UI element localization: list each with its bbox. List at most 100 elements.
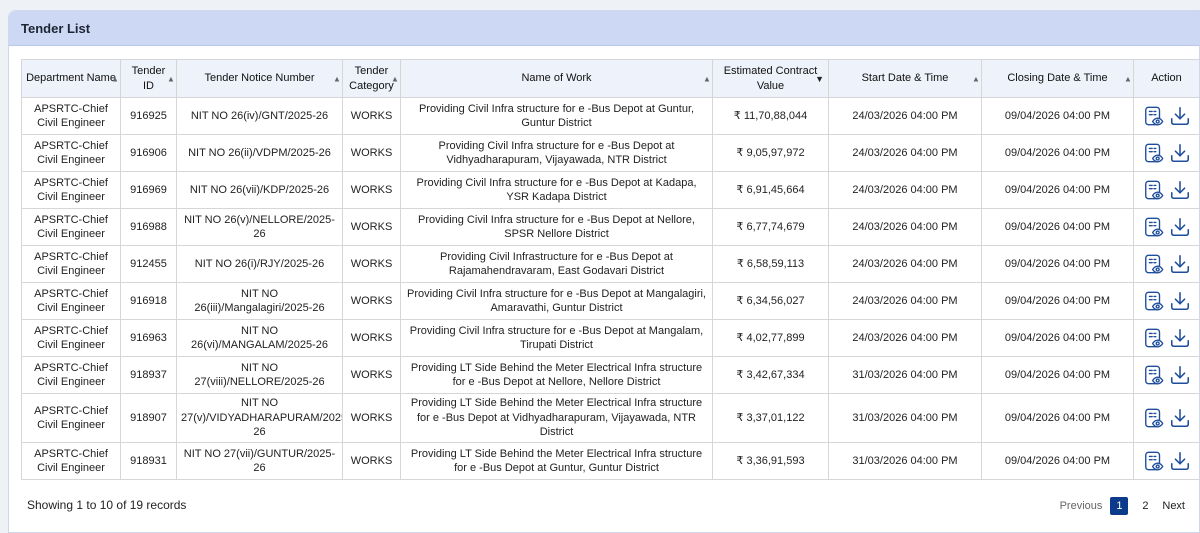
- download-icon[interactable]: [1169, 253, 1191, 275]
- column-header-7[interactable]: Closing Date & Time ▲▼: [981, 59, 1134, 98]
- sort-both-icon[interactable]: ▲▼: [972, 75, 981, 83]
- closing-date-cell: 09/04/2026 04:00 PM: [981, 97, 1134, 135]
- closing-date-cell: 09/04/2026 04:00 PM: [981, 282, 1134, 320]
- table-row: APSRTC-Chief Civil Engineer 916963 NIT NO …: [21, 319, 1199, 357]
- download-icon[interactable]: [1169, 142, 1191, 164]
- column-header-5[interactable]: Estimated Contract Value ▼: [712, 59, 829, 98]
- category-cell: WORKS: [342, 393, 401, 443]
- download-icon[interactable]: [1169, 216, 1191, 238]
- page-links: 12: [1110, 497, 1154, 515]
- column-header-label: Start Date & Time: [861, 72, 949, 85]
- closing-date-cell: 09/04/2026 04:00 PM: [981, 134, 1134, 172]
- view-document-icon[interactable]: [1143, 253, 1165, 275]
- next-page-link[interactable]: Next: [1162, 500, 1185, 512]
- column-header-label: Closing Date & Time: [1007, 72, 1108, 85]
- table-body: APSRTC-Chief Civil Engineer 916925 NIT NO …: [21, 97, 1199, 480]
- action-cell: [1133, 208, 1199, 246]
- table-header-row: Department Name▲▼Tender ID▲▼Tender Notic…: [21, 59, 1199, 98]
- view-document-icon[interactable]: [1143, 142, 1165, 164]
- download-icon[interactable]: [1169, 179, 1191, 201]
- category-cell: WORKS: [342, 134, 401, 172]
- sort-both-icon[interactable]: ▲▼: [167, 75, 176, 83]
- previous-page-link[interactable]: Previous: [1060, 500, 1103, 512]
- notice-number-cell: NIT NO 26(i)/RJY/2025-26: [176, 245, 343, 283]
- action-cell: [1133, 97, 1199, 135]
- column-header-label: Tender Category: [349, 65, 394, 92]
- sort-both-icon[interactable]: ▲▼: [703, 75, 712, 83]
- view-document-icon[interactable]: [1143, 450, 1165, 472]
- column-header-0[interactable]: Department Name▲▼: [21, 59, 121, 98]
- sort-desc-icon[interactable]: ▼: [815, 71, 824, 86]
- view-document-icon[interactable]: [1143, 327, 1165, 349]
- contract-value-cell: ₹ 4,02,77,899: [712, 319, 829, 357]
- table-row: APSRTC-Chief Civil Engineer 918907 NIT NO …: [21, 393, 1199, 443]
- start-date-cell: 24/03/2026 04:00 PM: [828, 97, 982, 135]
- department-cell: APSRTC-Chief Civil Engineer: [21, 356, 121, 394]
- column-header-4[interactable]: Name of Work ▲▼: [400, 59, 713, 98]
- category-cell: WORKS: [342, 245, 401, 283]
- department-cell: APSRTC-Chief Civil Engineer: [21, 319, 121, 357]
- start-date-cell: 24/03/2026 04:00 PM: [828, 319, 982, 357]
- tender-table: Department Name▲▼Tender ID▲▼Tender Notic…: [21, 59, 1199, 480]
- tender-id-cell: 916918: [120, 282, 177, 320]
- download-icon[interactable]: [1169, 407, 1191, 429]
- tender-id-cell: 916969: [120, 171, 177, 209]
- download-icon[interactable]: [1169, 105, 1191, 127]
- action-cell: [1133, 442, 1199, 480]
- view-document-icon[interactable]: [1143, 216, 1165, 238]
- closing-date-cell: 09/04/2026 04:00 PM: [981, 319, 1134, 357]
- name-of-work-cell: Providing Civil Infra structure for e -B…: [400, 208, 713, 246]
- view-document-icon[interactable]: [1143, 179, 1165, 201]
- column-header-2[interactable]: Tender Notice Number ▲▼: [176, 59, 343, 98]
- contract-value-cell: ₹ 6,34,56,027: [712, 282, 829, 320]
- tender-id-cell: 916925: [120, 97, 177, 135]
- category-cell: WORKS: [342, 97, 401, 135]
- page-link-1[interactable]: 1: [1110, 497, 1129, 515]
- download-icon[interactable]: [1169, 290, 1191, 312]
- notice-number-cell: NIT NO 26(ii)/VDPM/2025-26: [176, 134, 343, 172]
- column-header-3[interactable]: Tender Category▲▼: [342, 59, 401, 98]
- start-date-cell: 24/03/2026 04:00 PM: [828, 171, 982, 209]
- action-cell: [1133, 134, 1199, 172]
- tender-id-cell: 918931: [120, 442, 177, 480]
- sort-both-icon[interactable]: ▲▼: [333, 75, 342, 83]
- contract-value-cell: ₹ 6,58,59,113: [712, 245, 829, 283]
- action-cell: [1133, 245, 1199, 283]
- notice-number-cell: NIT NO 27(v)/VIDYADHARAPURAM/2025-26: [176, 393, 343, 443]
- column-header-1[interactable]: Tender ID▲▼: [120, 59, 177, 98]
- department-cell: APSRTC-Chief Civil Engineer: [21, 393, 121, 443]
- view-document-icon[interactable]: [1143, 364, 1165, 386]
- sort-both-icon[interactable]: ▲▼: [111, 75, 120, 83]
- tender-id-cell: 916988: [120, 208, 177, 246]
- table-row: APSRTC-Chief Civil Engineer 916988 NIT NO …: [21, 208, 1199, 246]
- contract-value-cell: ₹ 3,36,91,593: [712, 442, 829, 480]
- sort-both-icon[interactable]: ▲▼: [1124, 75, 1133, 83]
- column-header-label: Department Name: [26, 72, 116, 85]
- sort-both-icon[interactable]: ▲▼: [391, 75, 400, 83]
- view-document-icon[interactable]: [1143, 105, 1165, 127]
- notice-number-cell: NIT NO 26(iii)/Mangalagiri/2025-26: [176, 282, 343, 320]
- category-cell: WORKS: [342, 442, 401, 480]
- category-cell: WORKS: [342, 282, 401, 320]
- name-of-work-cell: Providing Civil Infra structure for e -B…: [400, 171, 713, 209]
- start-date-cell: 31/03/2026 04:00 PM: [828, 356, 982, 394]
- column-header-label: Estimated Contract Value: [723, 65, 818, 92]
- column-header-label: Tender Notice Number: [204, 72, 315, 85]
- table-row: APSRTC-Chief Civil Engineer 916918 NIT NO …: [21, 282, 1199, 320]
- column-header-6[interactable]: Start Date & Time ▲▼: [828, 59, 982, 98]
- view-document-icon[interactable]: [1143, 290, 1165, 312]
- contract-value-cell: ₹ 11,70,88,044: [712, 97, 829, 135]
- panel-title: Tender List: [9, 11, 1199, 46]
- view-document-icon[interactable]: [1143, 407, 1165, 429]
- page-link-2[interactable]: 2: [1136, 497, 1154, 515]
- tender-id-cell: 916963: [120, 319, 177, 357]
- category-cell: WORKS: [342, 319, 401, 357]
- download-icon[interactable]: [1169, 450, 1191, 472]
- column-header-label: Action: [1151, 72, 1182, 85]
- column-header-8: Action: [1133, 59, 1199, 98]
- tender-list-panel: Tender List Department Name▲▼Tender ID▲▼…: [8, 10, 1200, 533]
- download-icon[interactable]: [1169, 364, 1191, 386]
- download-icon[interactable]: [1169, 327, 1191, 349]
- name-of-work-cell: Providing LT Side Behind the Meter Elect…: [400, 356, 713, 394]
- department-cell: APSRTC-Chief Civil Engineer: [21, 442, 121, 480]
